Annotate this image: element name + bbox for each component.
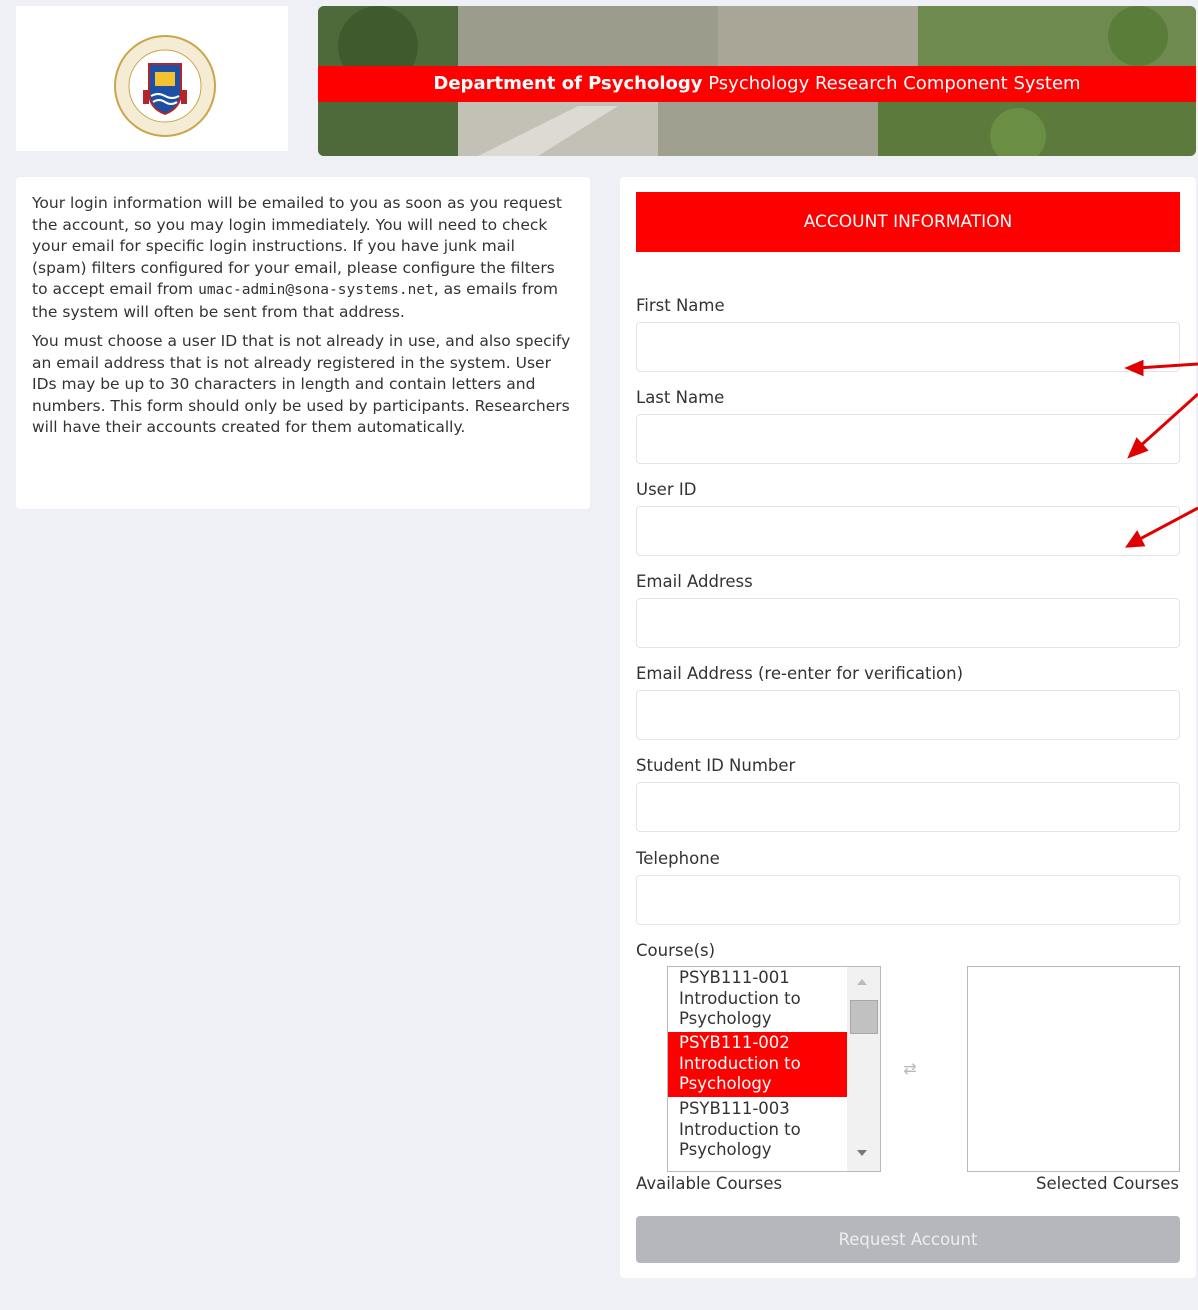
first-name-label: First Name: [636, 296, 725, 315]
email-verify-label: Email Address (re-enter for verification…: [636, 664, 964, 683]
user-id-label: User ID: [636, 480, 697, 499]
scroll-thumb[interactable]: [850, 1000, 878, 1034]
available-courses-caption: Available Courses: [636, 1174, 783, 1193]
annotation-arrow-head: [1124, 359, 1144, 377]
annotation-arrow: [1137, 362, 1198, 370]
first-name-input[interactable]: [636, 322, 1180, 372]
instructions-paragraph-1: Your login information will be emailed t…: [32, 194, 562, 321]
swap-arrows-icon[interactable]: ⇄: [899, 1059, 921, 1081]
list-scrollbar[interactable]: [847, 967, 880, 1171]
selected-courses-list[interactable]: [967, 966, 1180, 1172]
last-name-input[interactable]: [636, 414, 1180, 464]
annotation-arrow-head: [1124, 530, 1146, 548]
courses-label: Course(s): [636, 941, 716, 960]
scroll-up-icon[interactable]: [857, 979, 867, 985]
email-label: Email Address: [636, 572, 753, 591]
banner-title: Department of Psychology Psychology Rese…: [318, 66, 1196, 102]
instructions-paragraph-2: You must choose a user ID that is not al…: [32, 332, 571, 436]
last-name-label: Last Name: [636, 388, 725, 407]
course-option[interactable]: PSYB111-001 Introduction to Psychology: [668, 967, 847, 1032]
available-courses-list[interactable]: PSYB111-001 Introduction to Psychology P…: [667, 966, 881, 1172]
selected-courses-caption: Selected Courses: [1036, 1174, 1179, 1193]
student-id-input[interactable]: [636, 782, 1180, 832]
university-seal-logo: [114, 35, 216, 137]
instructions-card: Your login information will be emailed t…: [16, 177, 590, 509]
user-id-input[interactable]: [636, 506, 1180, 556]
email-input[interactable]: [636, 598, 1180, 648]
email-verify-input[interactable]: [636, 690, 1180, 740]
header-banner: Department of Psychology Psychology Rese…: [318, 6, 1196, 156]
student-id-label: Student ID Number: [636, 756, 796, 775]
annotation-arrow: [1137, 506, 1198, 542]
annotation-arrow: [1136, 392, 1198, 450]
telephone-input[interactable]: [636, 875, 1180, 925]
course-option[interactable]: PSYB111-003 Introduction to Psychology: [668, 1098, 847, 1163]
form-title: ACCOUNT INFORMATION: [636, 192, 1180, 252]
course-option-selected[interactable]: PSYB111-002 Introduction to Psychology: [668, 1032, 847, 1097]
logo-card: [16, 6, 288, 151]
telephone-label: Telephone: [636, 849, 720, 868]
request-account-button[interactable]: Request Account: [636, 1216, 1180, 1263]
admin-email: umac-admin@sona-systems.net: [198, 282, 434, 298]
annotation-arrows: [1124, 359, 1198, 548]
scroll-down-icon[interactable]: [857, 1150, 867, 1156]
